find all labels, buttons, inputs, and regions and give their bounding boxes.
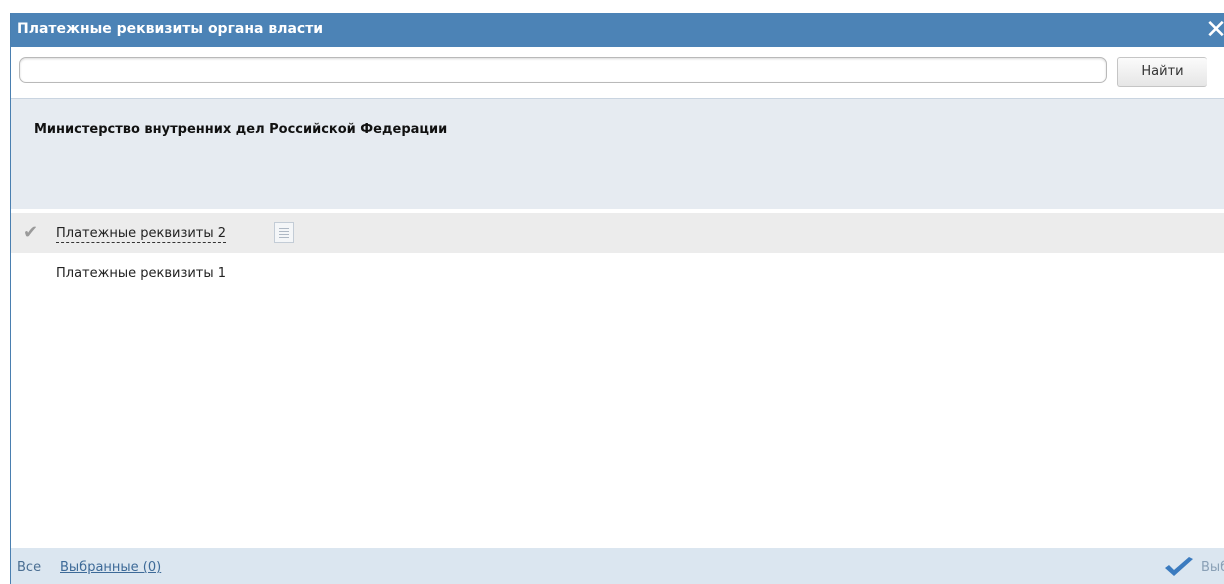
filter-selected-link[interactable]: Выбранные (0) — [60, 560, 161, 575]
list-item-label[interactable]: Платежные реквизиты 1 — [56, 266, 226, 281]
search-input[interactable] — [19, 57, 1107, 83]
list-item-label[interactable]: Платежные реквизиты 2 — [56, 226, 227, 243]
close-icon[interactable]: ✕ — [1203, 16, 1224, 44]
list-item[interactable]: Платежные реквизиты 1 — [11, 253, 1224, 293]
payment-details-dialog: Платежные реквизиты органа власти ✕ Найт… — [10, 13, 1224, 584]
filter-all-link[interactable]: Все — [17, 560, 41, 575]
organization-name: Министерство внутренних дел Российской Ф… — [34, 122, 448, 137]
dialog-titlebar: Платежные реквизиты органа власти ✕ — [11, 13, 1224, 47]
organization-panel: Министерство внутренних дел Российской Ф… — [11, 98, 1224, 209]
checkmark-icon — [1165, 557, 1193, 576]
document-icon[interactable] — [274, 222, 294, 243]
search-bar: Найти — [11, 47, 1224, 98]
payment-details-list: ✔ Платежные реквизиты 2 Платежные реквиз… — [11, 213, 1224, 293]
list-item[interactable]: ✔ Платежные реквизиты 2 — [11, 213, 1224, 253]
search-button[interactable]: Найти — [1117, 57, 1207, 87]
dialog-footer: Все Выбранные (0) Выбрать — [11, 548, 1224, 584]
dialog-title: Платежные реквизиты органа власти — [17, 21, 324, 37]
check-icon: ✔ — [23, 222, 39, 243]
select-button-label: Выбрать — [1201, 560, 1224, 575]
